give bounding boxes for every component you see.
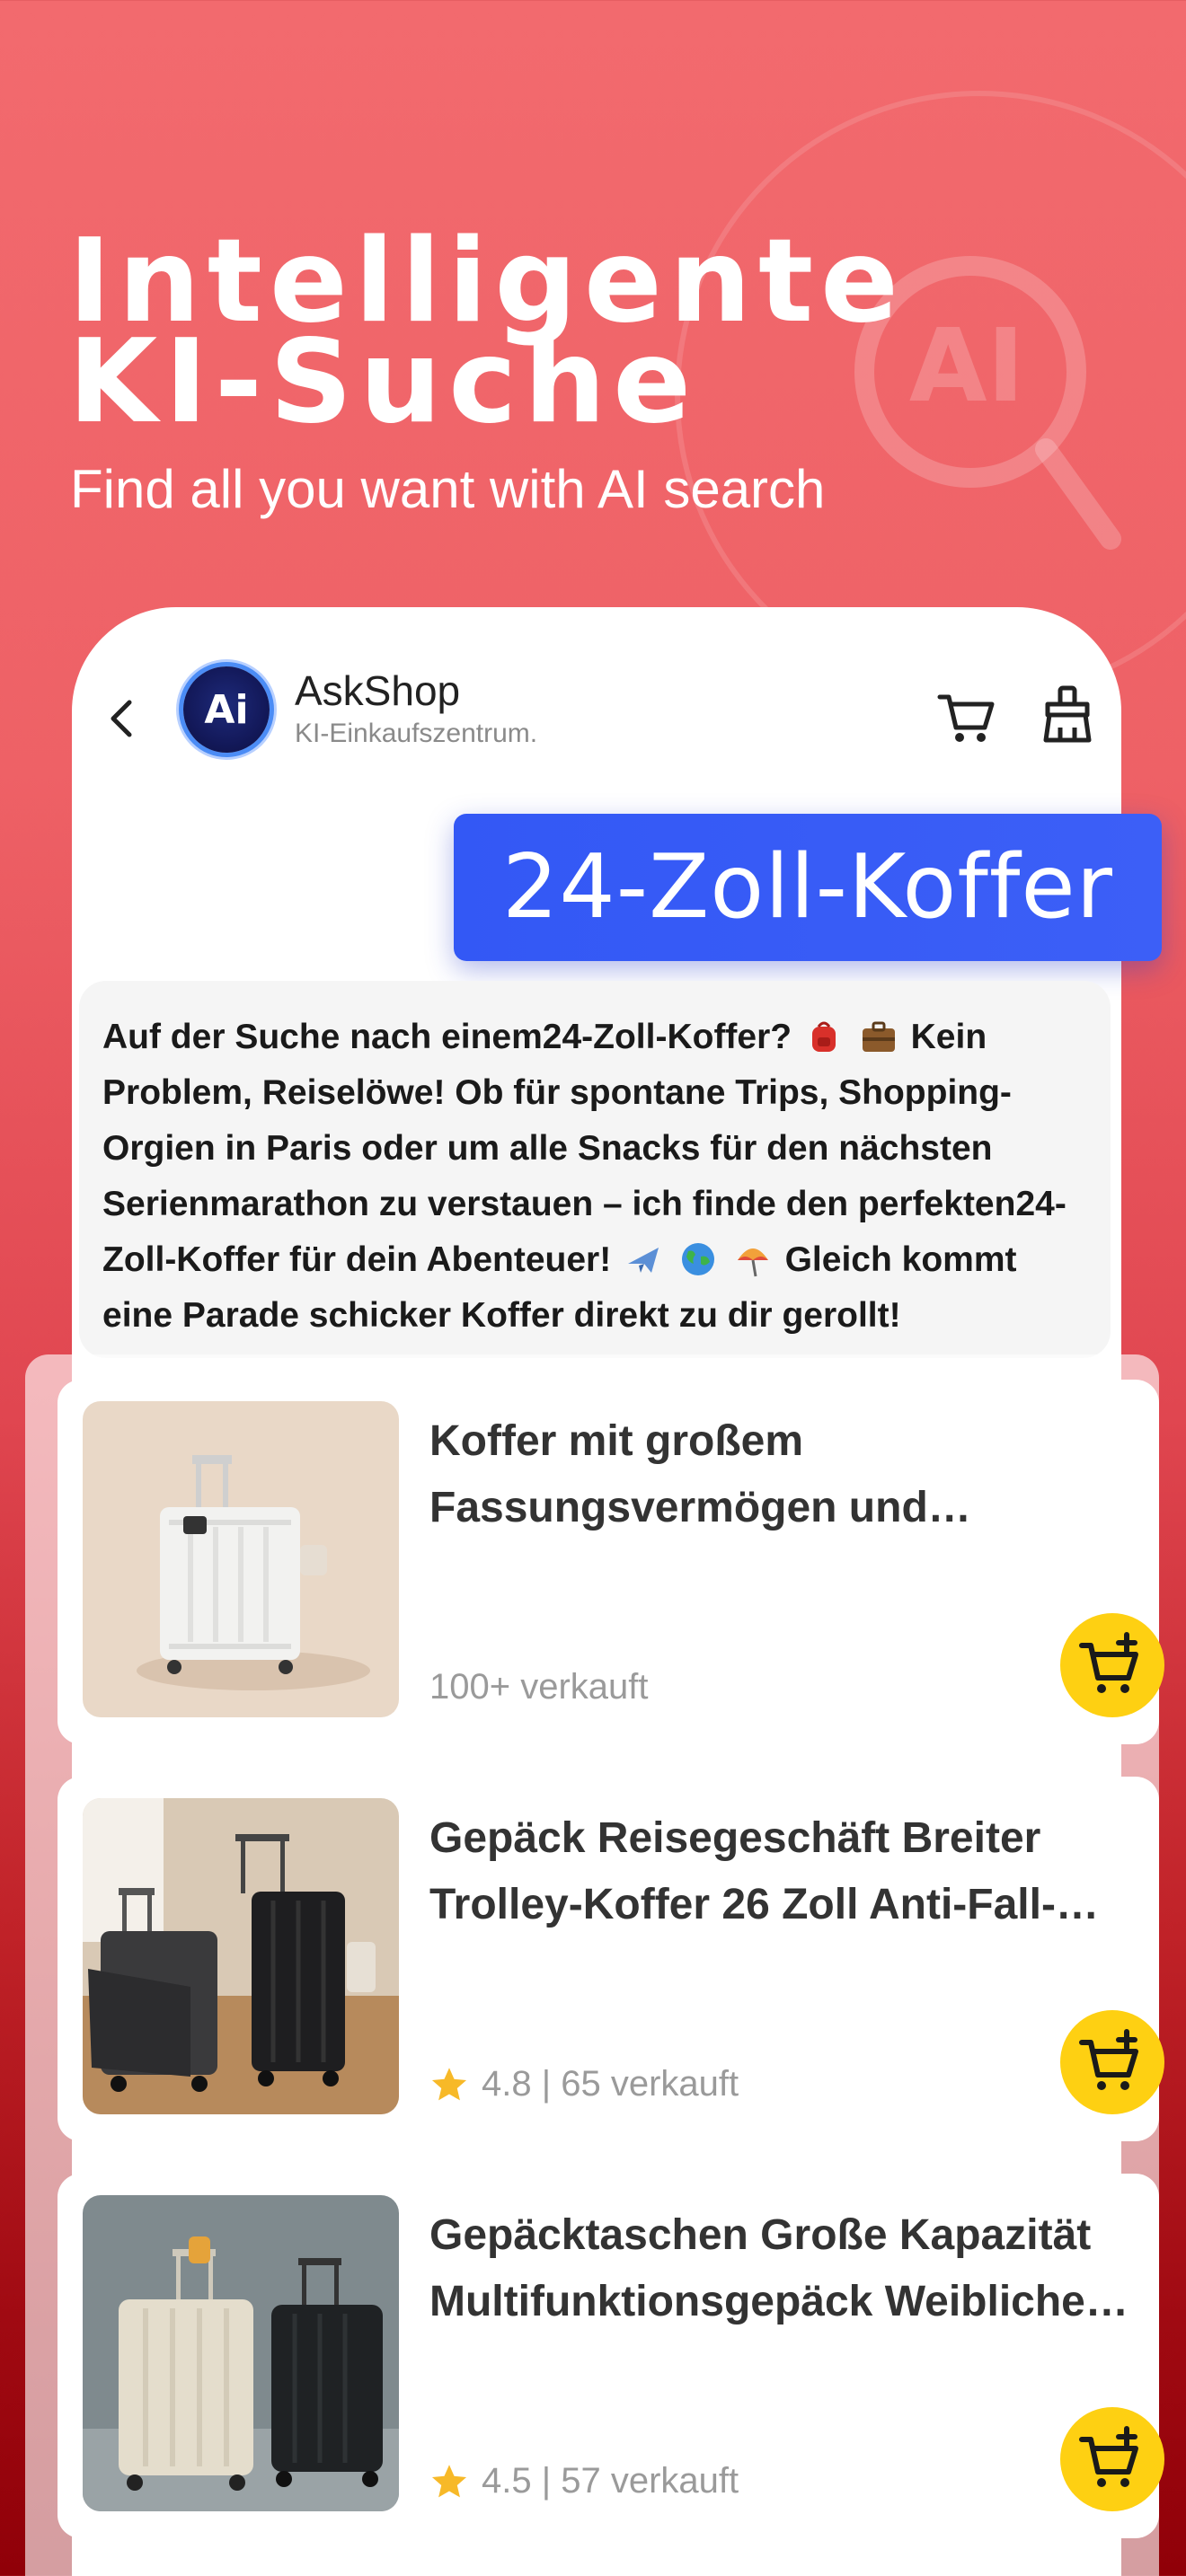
- app-name: AskShop: [295, 667, 461, 714]
- add-to-cart-icon: [1079, 1632, 1138, 1693]
- backpack-icon: [811, 1021, 836, 1052]
- user-query-bubble: 24-Zoll-Koffer: [454, 814, 1162, 961]
- add-to-cart-button[interactable]: [1060, 2407, 1164, 2511]
- ai-badge-text: AI: [909, 308, 1024, 425]
- product-meta: 4.8 | 65 verkauft: [429, 2064, 739, 2104]
- chat-header: Ai AskShop KI-Einkaufszentrum.: [72, 607, 1121, 787]
- globe-icon: [681, 1243, 714, 1275]
- product-title[interactable]: Gepäck Reisegeschäft Breiter Trolley-Kof…: [429, 1805, 1148, 1938]
- rating-value: 4.5: [482, 2461, 532, 2501]
- sold-count: 57 verkauft: [561, 2461, 739, 2501]
- list-item[interactable]: Koffer mit großem Fassungsvermögen und A…: [58, 1380, 1164, 1744]
- product-image-white-suitcase[interactable]: [83, 1401, 399, 1717]
- avatar: Ai: [183, 666, 270, 753]
- umbrella-icon: [737, 1248, 768, 1277]
- airplane-icon: [628, 1248, 659, 1273]
- product-meta: 100+ verkauft: [429, 1667, 649, 1707]
- sold-count: 100+ verkauft: [429, 1667, 649, 1707]
- back-icon[interactable]: [95, 690, 153, 747]
- cart-icon[interactable]: [936, 686, 997, 747]
- user-query-text: 24-Zoll-Koffer: [502, 836, 1113, 939]
- product-title[interactable]: Gepäcktaschen Große Kapazität Multifunkt…: [429, 2202, 1148, 2335]
- star-icon: [431, 2464, 467, 2497]
- hero-subtitle: Find all you want with AI search: [70, 459, 826, 519]
- add-to-cart-button[interactable]: [1060, 2010, 1164, 2114]
- add-to-cart-button[interactable]: [1060, 1613, 1164, 1717]
- add-to-cart-icon: [1079, 2029, 1138, 2090]
- list-item[interactable]: Gepäcktaschen Große Kapazität Multifunkt…: [58, 2174, 1164, 2538]
- meta-separator: |: [531, 2064, 562, 2104]
- hero-title: Intelligente KI-Suche: [68, 215, 906, 449]
- star-icon: [431, 2067, 467, 2100]
- add-to-cart-icon: [1079, 2426, 1138, 2487]
- rating-value: 4.8: [482, 2064, 532, 2104]
- app-logo-text: Ai: [204, 686, 249, 733]
- briefcase-icon: [862, 1021, 895, 1052]
- product-list: Koffer mit großem Fassungsvermögen und A…: [25, 1354, 1164, 2576]
- app-description: KI-Einkaufszentrum.: [295, 719, 538, 748]
- product-title[interactable]: Koffer mit großem Fassungsvermögen und A…: [429, 1408, 1148, 1541]
- product-image-beige-black-suitcases[interactable]: [83, 2195, 399, 2511]
- ai-reply-bubble: Auf der Suche nach einem24-Zoll-Koffer? …: [79, 981, 1111, 1358]
- sold-count: 65 verkauft: [561, 2064, 739, 2104]
- product-meta: 4.5 | 57 verkauft: [429, 2461, 739, 2501]
- meta-separator: |: [531, 2461, 562, 2501]
- reply-line-1: Auf der Suche nach einem24-Zoll-Koffer?: [102, 1018, 792, 1056]
- list-item[interactable]: Gepäck Reisegeschäft Breiter Trolley-Kof…: [58, 1777, 1164, 2141]
- product-image-black-suitcases[interactable]: [83, 1798, 399, 2114]
- brush-icon[interactable]: [1040, 684, 1094, 744]
